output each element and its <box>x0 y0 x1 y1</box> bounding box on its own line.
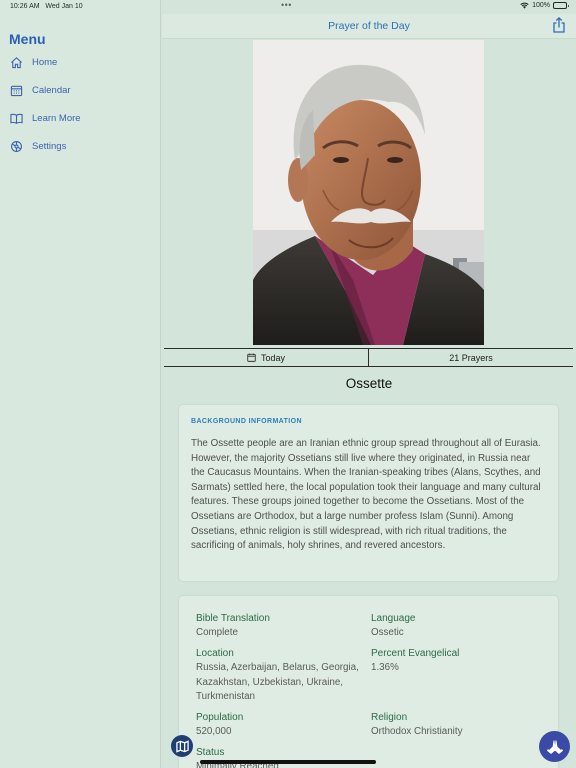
tab-today[interactable]: Today <box>164 349 368 366</box>
fact-value: Ossetic <box>371 627 404 638</box>
status-bar: 10:26 AM Wed Jan 10 ••• 100% <box>0 0 576 14</box>
fact-value: 520,000 <box>196 726 232 737</box>
battery-icon <box>553 2 569 9</box>
fact-religion: Religion Orthodox Christianity <box>371 711 541 740</box>
people-group-photo <box>253 40 484 345</box>
background-heading: BACKGROUND INFORMATION <box>191 418 302 425</box>
pray-button[interactable] <box>539 731 570 762</box>
page-title: Prayer of the Day <box>328 20 410 32</box>
fact-label: Bible Translation <box>196 613 270 624</box>
map-button[interactable] <box>171 735 193 757</box>
status-time: 10:26 AM Wed Jan 10 <box>10 3 83 10</box>
fact-label: Status <box>196 747 225 758</box>
map-icon <box>175 739 189 753</box>
sidebar-item-home[interactable]: Home <box>9 53 57 71</box>
fact-label: Language <box>371 613 416 624</box>
background-card: BACKGROUND INFORMATION The Ossette peopl… <box>179 405 558 581</box>
multitasking-dots[interactable]: ••• <box>281 0 292 10</box>
facts-card: Bible Translation Complete Language Osse… <box>179 596 558 768</box>
fact-percent-evangelical: Percent Evangelical 1.36% <box>371 647 541 676</box>
sidebar-item-label: Home <box>32 56 58 68</box>
day-tabs: Today 21 Prayers <box>164 348 573 367</box>
fact-status: Status Minimally Reached <box>196 746 366 768</box>
navigation-bar: Prayer of the Day <box>162 14 576 39</box>
sidebar-item-calendar[interactable]: Calendar <box>9 81 71 99</box>
sidebar-item-settings[interactable]: Settings <box>9 137 66 155</box>
tab-label: Today <box>260 352 286 363</box>
status-right: 100% <box>520 2 569 9</box>
book-icon <box>9 111 23 125</box>
tab-label: 21 Prayers <box>449 352 493 363</box>
people-group-name: Ossette <box>345 376 393 391</box>
fact-value: Orthodox Christianity <box>371 726 463 737</box>
calendar-icon <box>247 353 256 362</box>
fact-location: Location Russia, Azerbaijan, Belarus, Ge… <box>196 647 361 705</box>
fact-value: 1.36% <box>371 662 399 673</box>
fact-value: Russia, Azerbaijan, Belarus, Georgia, Ka… <box>196 662 359 702</box>
gear-icon <box>9 139 23 153</box>
fact-label: Religion <box>371 712 408 723</box>
share-icon <box>553 16 565 33</box>
home-indicator[interactable] <box>200 760 376 764</box>
background-text: The Ossette people are an Iranian ethnic… <box>191 438 541 552</box>
fact-bible-translation: Bible Translation Complete <box>196 612 366 641</box>
sidebar-item-label: Settings <box>32 140 67 152</box>
home-icon <box>9 55 23 69</box>
sidebar: Menu Home Calendar Learn More Settings <box>0 0 161 768</box>
sidebar-item-label: Learn More <box>32 112 81 124</box>
tab-21-prayers[interactable]: 21 Prayers <box>368 349 573 366</box>
wifi-icon <box>520 2 529 9</box>
fact-label: Percent Evangelical <box>371 648 460 659</box>
fact-label: Population <box>196 712 244 723</box>
sidebar-item-label: Calendar <box>32 84 71 96</box>
fact-value: Complete <box>196 627 238 638</box>
calendar-icon <box>9 83 23 97</box>
sidebar-item-learn-more[interactable]: Learn More <box>9 109 81 127</box>
fact-language: Language Ossetic <box>371 612 541 641</box>
fact-label: Location <box>196 648 234 659</box>
battery-percent: 100% <box>532 2 550 9</box>
share-button[interactable] <box>552 16 566 33</box>
main-content: Prayer of the Day Today 21 Prayers Osset… <box>162 0 576 768</box>
fact-population: Population 520,000 <box>196 711 366 740</box>
praying-hands-icon <box>546 739 563 754</box>
menu-title: Menu <box>9 31 46 47</box>
